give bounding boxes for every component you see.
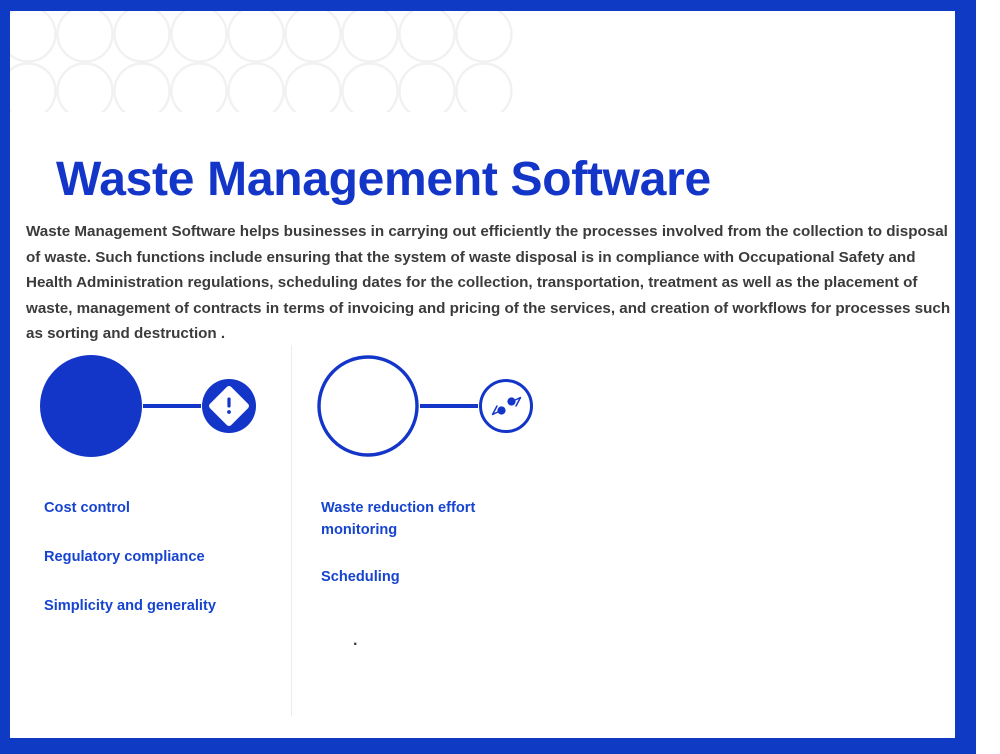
column-right: Waste reduction effort monitoring Schedu…	[315, 351, 615, 649]
slide-body-paragraph: Waste Management Software helps business…	[26, 223, 951, 342]
feature-label: Simplicity and generality	[44, 598, 216, 614]
large-circle-filled	[40, 355, 142, 457]
graphic-filled-circles	[38, 351, 283, 461]
slide-canvas: Waste Management Software Waste Manageme…	[10, 11, 955, 738]
feature-label: Waste reduction effort monitoring	[321, 500, 476, 538]
slide-title: Waste Management Software	[56, 153, 711, 206]
feature-label: Scheduling	[321, 569, 400, 585]
diagonal-resize-icon	[491, 396, 522, 416]
slide-frame: Waste Management Software Waste Manageme…	[0, 0, 976, 754]
feature-list-right: Waste reduction effort monitoring Schedu…	[321, 497, 511, 613]
trailing-period: .	[353, 632, 358, 649]
small-circle-outline	[479, 379, 533, 433]
column-divider	[291, 345, 292, 716]
column-left: Cost control Regulatory compliance Simpl…	[38, 351, 283, 614]
decorative-circle-pattern	[10, 11, 530, 112]
large-circle-outline	[317, 355, 419, 457]
feature-label: Cost control	[44, 500, 130, 516]
feature-list-left: Cost control Regulatory compliance Simpl…	[44, 497, 216, 644]
graphic-outline-circles	[315, 351, 615, 461]
feature-label: Regulatory compliance	[44, 549, 205, 565]
